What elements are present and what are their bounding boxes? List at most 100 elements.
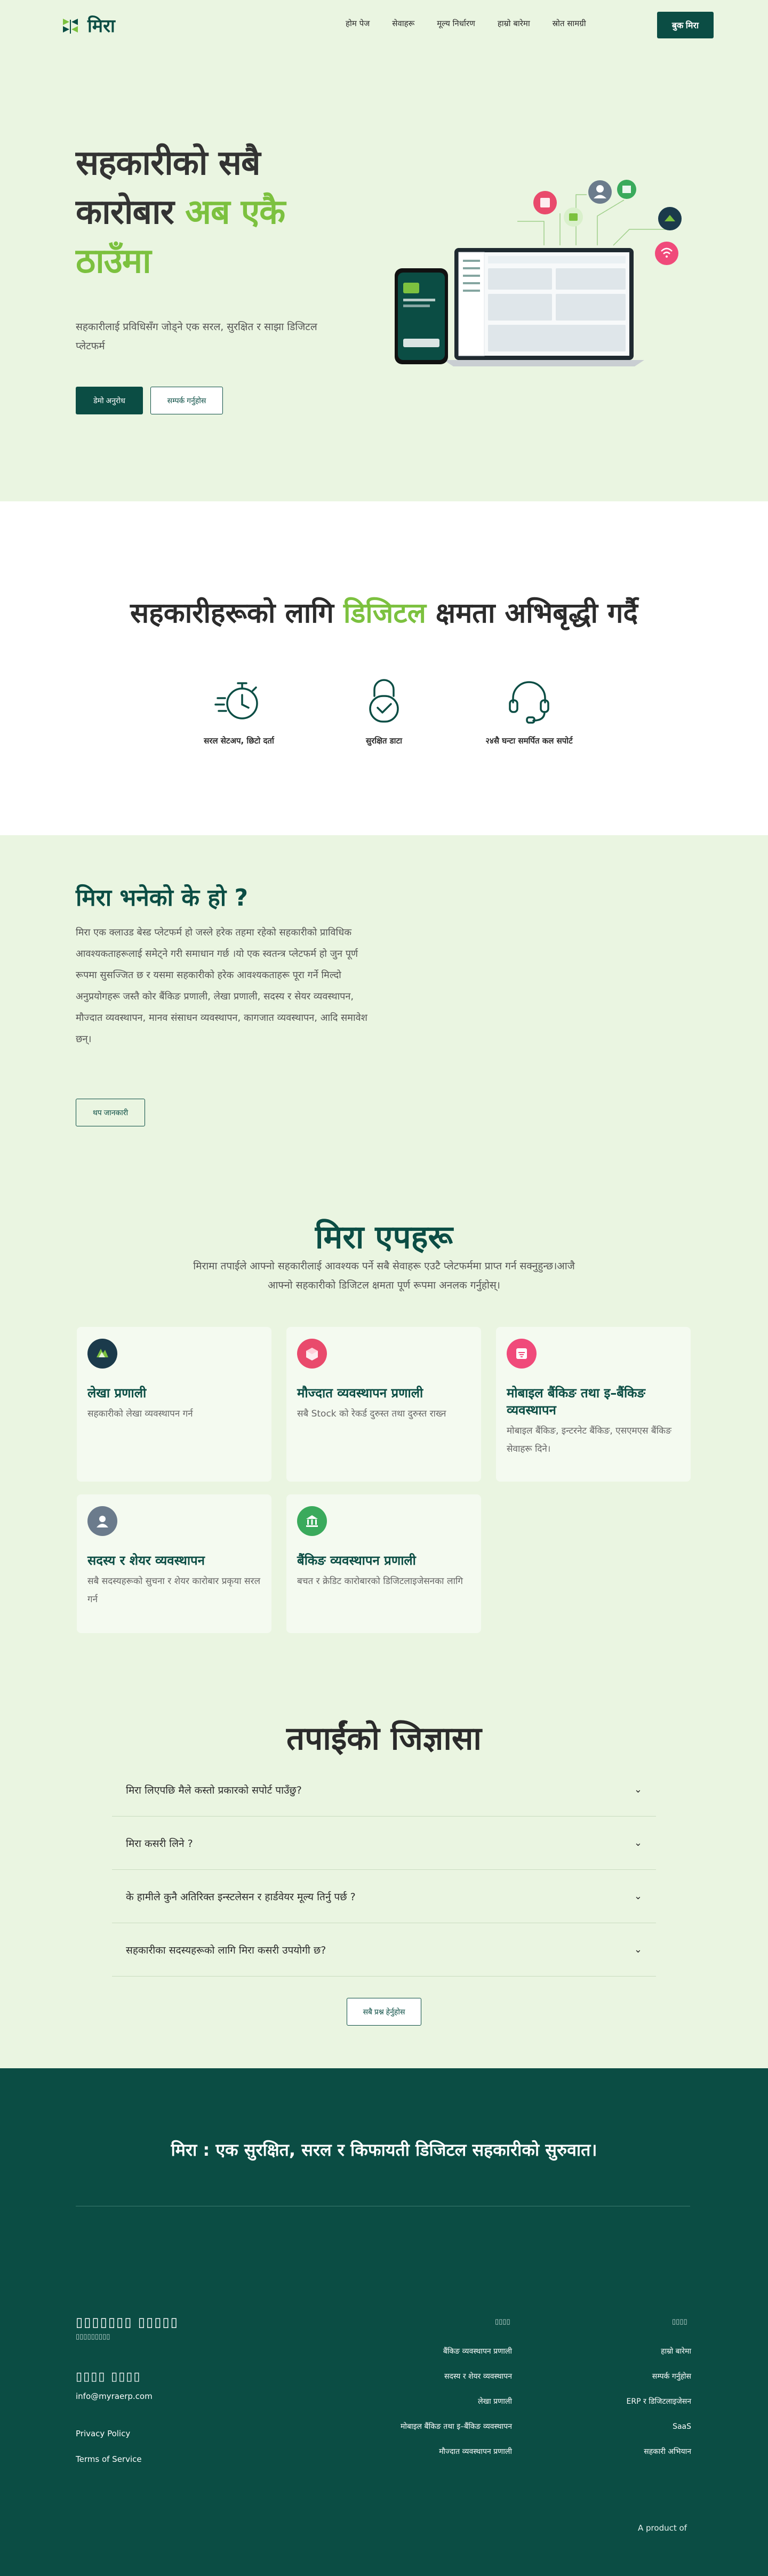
app-card-banking[interactable]: बैंकिङ व्यवस्थापन प्रणाली बचत र क्रेडिट … (286, 1494, 481, 1633)
what-is-myra-section: मिरा भनेको के हो ? मिरा एक क्लाउड बेस्ड … (0, 835, 768, 1209)
nav-links: होम पेज सेवाहरू मूल्य निर्धारण हाम्रो बा… (346, 18, 586, 29)
chevron-down-icon: ⌄ (634, 1891, 642, 1902)
footer-link[interactable]: बैंकिङ व्यवस्थापन प्रणाली (373, 2339, 512, 2364)
nav-link-services[interactable]: सेवाहरू (392, 18, 414, 29)
footer-product-of: A product of (638, 2523, 687, 2533)
view-all-questions-button[interactable]: सबै प्रश्न हेर्नुहोस (347, 1998, 421, 2026)
privacy-policy-link[interactable]: Privacy Policy (76, 2429, 130, 2438)
app-description: मोबाइल बैंकिङ, इन्टरनेट बैंकिङ, एसएमएस ब… (507, 1426, 671, 1454)
nav-link-resources[interactable]: स्रोत सामग्री (553, 18, 586, 29)
bank-icon (297, 1506, 327, 1536)
apps-title: मिरा एपहरू (315, 1219, 453, 1256)
nav-link-about[interactable]: हाम्रो बारेमा (498, 18, 530, 29)
what-is-title: मिरा भनेको के हो ? (76, 884, 248, 911)
book-myra-button[interactable]: बुक मिरा (657, 12, 714, 38)
padlock-icon (369, 679, 399, 723)
faq-item[interactable]: मिरा लिएपछि मैले कस्तो प्रकारको सपोर्ट प… (112, 1763, 656, 1817)
ledger-icon (87, 1339, 117, 1369)
footer-link[interactable]: सदस्य र शेयर व्यवस्थापन (373, 2364, 512, 2389)
hero-section: सहकारीको सबै कारोबार अब एकै ठाउँमा सहकार… (0, 51, 768, 501)
feature-label: सरल सेटअप, छिटो दर्ता (204, 736, 274, 746)
myra-apps-section: मिरा एपहरू मिरामा तपाईले आफ्नो सहकारीलाई… (0, 1209, 768, 1683)
apps-subtitle: मिरामा तपाईले आफ्नो सहकारीलाई आवश्यक पर्… (193, 1260, 575, 1291)
faq-question: मिरा कसरी लिने ? (126, 1837, 193, 1850)
footer-link[interactable]: सहकारी अभियान (581, 2439, 691, 2465)
digital-capability-section: सहकारीहरूको लागि डिजिटल क्षमता अभिबृद्धी… (0, 501, 768, 835)
faq-item[interactable]: के हामीले कुनै अतिरिक्त इन्स्टलेसन र हार… (112, 1870, 656, 1923)
brand-logo[interactable]: मिरा (60, 13, 115, 37)
hero-title-line3: ठाउँमा (76, 242, 151, 281)
footer-email-link[interactable]: info@myraerp.com (76, 2391, 153, 2401)
footer-link[interactable]: हाम्रो बारेमा (581, 2339, 691, 2364)
terms-of-service-link[interactable]: Terms of Service (76, 2454, 142, 2464)
nav-link-home[interactable]: होम पेज (346, 18, 370, 29)
footer-brand-name: ▯▯▯▯▯▯▯ ▯▯▯▯▯ (76, 2315, 179, 2330)
faq-question: मिरा लिएपछि मैले कस्तो प्रकारको सपोर्ट प… (126, 1784, 302, 1796)
top-navigation: मिरा होम पेज सेवाहरू मूल्य निर्धारण हाम्… (0, 0, 768, 51)
footer-tagline: मिरा : एक सुरक्षित, सरल र किफायती डिजिटल… (171, 2140, 597, 2160)
digital-title-part1: सहकारीहरूको लागि (130, 597, 344, 629)
user-icon (87, 1506, 117, 1536)
footer: मिरा : एक सुरक्षित, सरल र किफायती डिजिटल… (0, 2068, 768, 2576)
cube-icon (297, 1339, 327, 1369)
more-info-button[interactable]: थप जानकारी (76, 1099, 145, 1126)
footer-services-column: बैंकिङ व्यवस्थापन प्रणाली सदस्य र शेयर व… (373, 2339, 512, 2465)
footer-link[interactable]: मौज्दात व्यवस्थापन प्रणाली (373, 2439, 512, 2465)
footer-contact-heading: ▯▯▯▯ ▯▯▯▯ (76, 2370, 141, 2383)
app-card-inventory[interactable]: मौज्दात व्यवस्थापन प्रणाली सबै Stock को … (286, 1327, 481, 1482)
hero-title-line2a: कारोबार (76, 193, 186, 232)
faq-item[interactable]: मिरा कसरी लिने ? ⌄ (112, 1817, 656, 1870)
chevron-down-icon: ⌄ (634, 1837, 642, 1849)
footer-company-heading: ▯▯▯▯ (672, 2318, 687, 2326)
app-name: सदस्य र शेयर व्यवस्थापन (87, 1553, 205, 1568)
faq-title: तपाईंको जिज्ञासा (286, 1720, 482, 1757)
what-is-description: मिरा एक क्लाउड बेस्ड प्लेटफर्म हो जस्ले … (76, 927, 367, 1045)
feature-label: २४सै घन्टा समर्पित कल सपोर्ट (485, 736, 573, 746)
footer-brand-subtitle: ▯▯▯▯▯▯▯▯▯ (76, 2333, 110, 2341)
device-mockup-illustration (395, 180, 682, 366)
feature-easy-setup: सरल सेटअप, छिटो दर्ता (175, 675, 303, 746)
app-card-mobile-banking[interactable]: मोबाइल बैंकिङ तथा इ–बैंकिङ व्यवस्थापन मो… (496, 1327, 691, 1482)
leaf-logo-icon (63, 19, 78, 34)
app-card-accounting[interactable]: लेखा प्रणाली सहकारीको लेखा व्यवस्थापन गर… (77, 1327, 271, 1482)
footer-services-heading: ▯▯▯▯ (495, 2318, 510, 2326)
app-description: बचत र क्रेडिट कारोबारको डिजिटलाइजेसनका ल… (297, 1576, 463, 1587)
wifi-float-icon (655, 242, 678, 265)
app-card-member-share[interactable]: सदस्य र शेयर व्यवस्थापन सबै सदस्यहरूको स… (77, 1494, 271, 1633)
footer-link[interactable]: मोबाइल बैंकिङ तथा इ–बैंकिङ व्यवस्थापन (373, 2414, 512, 2439)
footer-link[interactable]: लेखा प्रणाली (373, 2389, 512, 2414)
mobile-banking-icon (507, 1339, 537, 1369)
hero-subtitle: सहकारीलाई प्रविधिसँग जोड्ने एक सरल, सुरक… (76, 321, 317, 352)
feature-24-7-support: २४सै घन्टा समर्पित कल सपोर्ट (465, 675, 593, 746)
app-description: सहकारीको लेखा व्यवस्थापन गर्न (87, 1409, 193, 1419)
headset-icon (509, 681, 549, 724)
hero-title-line2b: अब एकै (185, 193, 285, 232)
digital-title: सहकारीहरूको लागि डिजिटल क्षमता अभिबृद्धी… (0, 593, 768, 631)
digital-title-highlight: डिजिटल (343, 597, 426, 629)
app-name: बैंकिङ व्यवस्थापन प्रणाली (297, 1553, 416, 1568)
nav-link-pricing[interactable]: मूल्य निर्धारण (437, 18, 475, 29)
faq-item[interactable]: सहकारीका सदस्यहरूको लागि मिरा कसरी उपयोग… (112, 1923, 656, 1977)
footer-link[interactable]: सम्पर्क गर्नुहोस (581, 2364, 691, 2389)
contact-button[interactable]: सम्पर्क गर्नुहोस (150, 387, 223, 414)
footer-link[interactable]: ERP र डिजिटलाइजेसन (581, 2389, 691, 2414)
footer-link[interactable]: SaaS (581, 2414, 691, 2439)
request-demo-button[interactable]: डेमो अनुरोध (76, 387, 143, 414)
faq-question: के हामीले कुनै अतिरिक्त इन्स्टलेसन र हार… (126, 1891, 356, 1903)
hero-title-line1: सहकारीको सबै (76, 143, 261, 183)
chevron-down-icon: ⌄ (634, 1784, 642, 1795)
chevron-down-icon: ⌄ (634, 1944, 642, 1955)
footer-company-column: हाम्रो बारेमा सम्पर्क गर्नुहोस ERP र डिज… (581, 2339, 691, 2465)
feature-secure-data: सुरक्षित डाटा (320, 675, 448, 746)
brand-name: मिरा (87, 15, 115, 37)
app-name: लेखा प्रणाली (87, 1386, 147, 1401)
hero-title: सहकारीको सबै कारोबार अब एकै ठाउँमा (76, 139, 374, 286)
app-description: सबै सदस्यहरूको सुचना र शेयर कारोबार प्रक… (87, 1576, 261, 1605)
app-name: मोबाइल बैंकिङ तथा इ–बैंकिङ व्यवस्थापन (507, 1386, 645, 1418)
app-name: मौज्दात व्यवस्थापन प्रणाली (297, 1386, 423, 1401)
faq-section: तपाईंको जिज्ञासा मिरा लिएपछि मैले कस्तो … (0, 1683, 768, 2068)
digital-title-part2: क्षमता अभिबृद्धी गर्दै (426, 597, 638, 629)
app-description: सबै Stock को रेकर्ड दुरुस्त तथा दुरुस्त … (297, 1409, 446, 1419)
stopwatch-icon (214, 682, 258, 719)
feature-label: सुरक्षित डाटा (365, 736, 403, 746)
